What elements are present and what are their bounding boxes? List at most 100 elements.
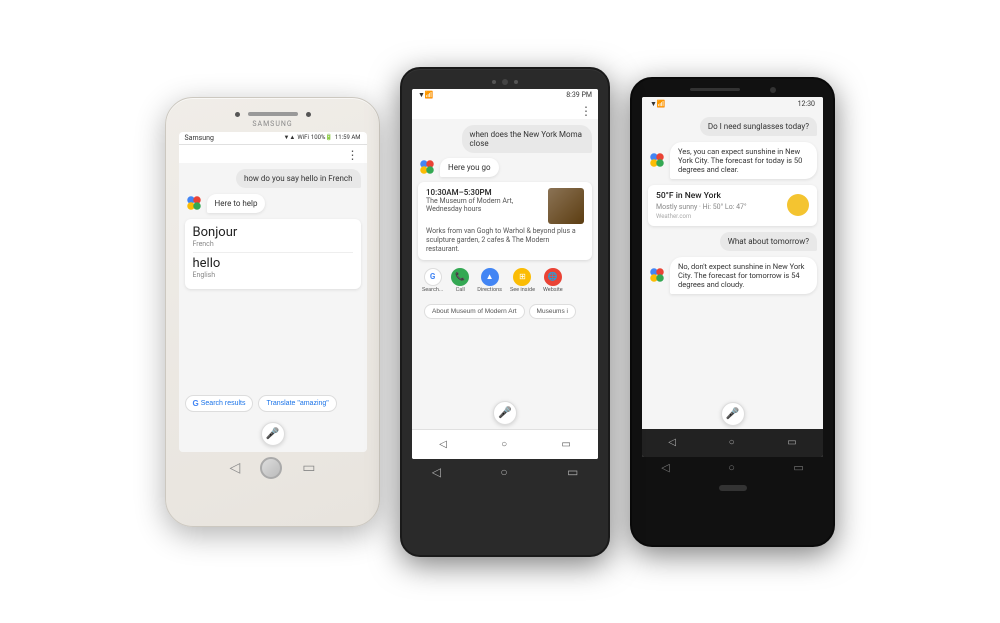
- phone-samsung: SAMSUNG Samsung ▼▲ WiFi 100%🔋 11:59 AM ⋮…: [165, 97, 380, 527]
- translate-btn[interactable]: Translate "amazing": [258, 395, 336, 412]
- nexus-assistant-bubble: Here you go: [440, 158, 499, 177]
- assistant-row: Here to help: [185, 194, 361, 213]
- card-sub: The Museum of Modern Art, Wednesday hour…: [426, 197, 548, 213]
- battery-icon: 100%🔋: [311, 134, 333, 141]
- samsung-screen: Samsung ▼▲ WiFi 100%🔋 11:59 AM ⋮ how do …: [179, 132, 367, 452]
- translation-word1: Bonjour: [193, 225, 353, 240]
- bottom-btns: About Museum of Modern Art Museums i: [418, 301, 592, 322]
- search-label: Search...: [422, 287, 443, 293]
- chat-area: how do you say hello in French Here to h…: [179, 163, 367, 391]
- pixel-mic-button[interactable]: 🎤: [721, 402, 745, 426]
- weather-source: Weather.com: [656, 213, 747, 220]
- pixel-chin: [632, 478, 833, 498]
- pixel-mic-icon: 🎤: [726, 407, 740, 420]
- nexus-outer-nav: ◁ ○ ▭: [402, 459, 608, 484]
- nexus-ext-home[interactable]: ○: [500, 465, 507, 479]
- app-bar: ⋮: [179, 145, 367, 163]
- nexus-user-bubble: when does the New York Moma close: [462, 125, 593, 153]
- phone-nexus: ▼📶 8:39 PM ⋮ when does the New York Moma…: [400, 67, 610, 557]
- about-btn[interactable]: About Museum of Modern Art: [424, 304, 525, 319]
- fingerprint-sensor: [719, 485, 747, 491]
- google-g-icon: G: [193, 399, 199, 408]
- pixel-assistant-row2: No, don't expect sunshine in New York Ci…: [648, 257, 817, 294]
- nexus-mic-button[interactable]: 🎤: [493, 401, 517, 425]
- mic-button[interactable]: 🎤: [261, 422, 285, 446]
- action-icons: G Search... 📞 Call ▲ Directions: [418, 265, 592, 296]
- pixel-google-icon2: [648, 266, 666, 284]
- translation-lang1: French: [193, 240, 353, 248]
- weather-card: 50°F in New York Mostly sunny · Hi: 50° …: [648, 185, 817, 226]
- pixel-assistant-bubble1: Yes, you can expect sunshine in New York…: [670, 142, 817, 179]
- status-icons: ▼▲ WiFi 100%🔋 11:59 AM: [283, 134, 360, 141]
- pixel-outer-nav: ◁ ○ ▭: [632, 457, 833, 478]
- brand-label: SAMSUNG: [252, 120, 292, 128]
- pixel-ext-recents[interactable]: ▭: [793, 461, 803, 474]
- translation-card: Bonjour French hello English: [185, 219, 361, 289]
- nexus-mic-area: 🎤: [412, 397, 598, 429]
- inside-label: See inside: [510, 287, 535, 293]
- nexus-signal: ▼📶: [418, 91, 434, 99]
- museums-btn[interactable]: Museums i: [529, 304, 576, 319]
- nexus-top: [492, 79, 518, 85]
- nexus-mic-icon: 🎤: [498, 406, 512, 419]
- nexus-app-bar: ⋮: [412, 101, 598, 119]
- google-assistant-icon: [185, 194, 203, 212]
- pixel-recents-icon[interactable]: ▭: [787, 437, 796, 448]
- back-button[interactable]: ◁: [229, 460, 240, 476]
- signal-icon: ▼▲: [283, 134, 295, 141]
- sensor: [306, 112, 311, 117]
- assistant-bubble: Here to help: [207, 194, 266, 213]
- pixel-back-icon[interactable]: ◁: [668, 437, 676, 448]
- call-label: Call: [456, 287, 465, 293]
- inside-circle: ⊞: [513, 268, 531, 286]
- pixel-mic-area: 🎤: [642, 399, 823, 429]
- action-website[interactable]: 🌐 Website: [543, 268, 563, 293]
- pixel-assistant-row1: Yes, you can expect sunshine in New York…: [648, 142, 817, 179]
- menu-dots[interactable]: ⋮: [347, 149, 359, 161]
- search-results-btn[interactable]: G Search results: [185, 395, 254, 412]
- pixel-speaker: [690, 88, 740, 91]
- action-buttons: G Search results Translate "amazing": [179, 391, 367, 416]
- pixel-nav-bar: ◁ ○ ▭: [642, 429, 823, 457]
- card-info: 10:30AM–5:30PM The Museum of Modern Art,…: [426, 188, 548, 213]
- pixel-chat-area: Do I need sunglasses today? Yes, you can…: [642, 111, 823, 399]
- nexus-menu-dots[interactable]: ⋮: [580, 105, 592, 117]
- phone-pixel: ▼📶 12:30 Do I need sunglasses today? Yes…: [630, 77, 835, 547]
- pixel-signal: ▼📶: [650, 100, 666, 108]
- action-call[interactable]: 📞 Call: [451, 268, 469, 293]
- nexus-back-icon[interactable]: ◁: [439, 439, 447, 450]
- status-bar: Samsung ▼▲ WiFi 100%🔋 11:59 AM: [179, 132, 367, 145]
- pixel-time: 12:30: [798, 100, 815, 108]
- nexus-google-icon: [418, 158, 436, 176]
- card-header: 10:30AM–5:30PM The Museum of Modern Art,…: [426, 188, 584, 224]
- mic-area: 🎤: [179, 416, 367, 452]
- home-button[interactable]: [260, 457, 282, 479]
- front-camera: [235, 112, 240, 117]
- pixel-screen: ▼📶 12:30 Do I need sunglasses today? Yes…: [642, 97, 823, 457]
- sun-icon: [787, 194, 809, 216]
- directions-circle: ▲: [481, 268, 499, 286]
- wifi-icon: WiFi: [297, 134, 309, 141]
- weather-row: 50°F in New York Mostly sunny · Hi: 50° …: [656, 191, 809, 220]
- action-directions[interactable]: ▲ Directions: [477, 268, 502, 293]
- nexus-assistant-row: Here you go: [418, 158, 592, 177]
- pixel-ext-home[interactable]: ○: [728, 461, 735, 474]
- directions-label: Directions: [477, 287, 502, 293]
- nexus-sensor: [492, 80, 496, 84]
- call-circle: 📞: [451, 268, 469, 286]
- nexus-home-icon[interactable]: ○: [501, 439, 507, 450]
- pixel-home-icon[interactable]: ○: [729, 437, 735, 448]
- pixel-top-bar: [632, 87, 833, 97]
- nexus-ext-back[interactable]: ◁: [432, 465, 441, 479]
- action-search[interactable]: G Search...: [422, 268, 443, 293]
- website-circle: 🌐: [544, 268, 562, 286]
- nexus-camera: [502, 79, 508, 85]
- pixel-ext-back[interactable]: ◁: [661, 461, 669, 474]
- action-see-inside[interactable]: ⊞ See inside: [510, 268, 535, 293]
- call-icon: 📞: [455, 272, 465, 281]
- nexus-recents-icon[interactable]: ▭: [561, 439, 570, 450]
- nexus-ext-recents[interactable]: ▭: [567, 465, 578, 479]
- recents-button[interactable]: ▭: [302, 460, 315, 476]
- time: 11:59 AM: [335, 134, 361, 141]
- pixel-user-bubble2: What about tomorrow?: [720, 232, 817, 251]
